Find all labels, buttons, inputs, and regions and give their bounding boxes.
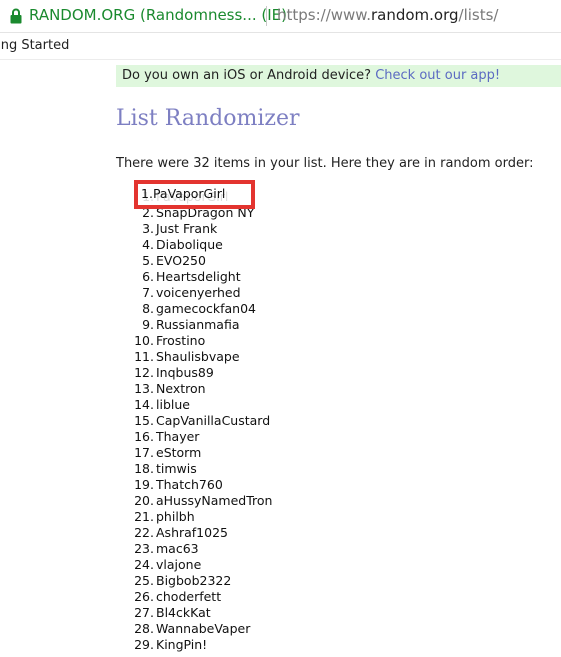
list-item: 7. voicenyerhed <box>131 285 272 301</box>
list-item-name: Thatch760 <box>156 477 223 492</box>
site-identity[interactable]: RANDOM.ORG (Randomness... (IE) <box>29 6 287 24</box>
address-bar[interactable]: RANDOM.ORG (Randomness... (IE) https://w… <box>0 0 561 33</box>
list-item-number: 3. <box>142 221 154 236</box>
app-promo-banner: Do you own an iOS or Android device? Che… <box>116 65 561 87</box>
list-item-name: philbh <box>156 509 195 524</box>
list-item-number: 7. <box>142 285 154 300</box>
list-item: 28. WannabeVaper <box>131 621 272 637</box>
list-item: 6. Heartsdelight <box>131 269 272 285</box>
list-item: 14. liblue <box>131 397 272 413</box>
list-item-name: liblue <box>156 397 190 412</box>
list-item: 21. philbh <box>131 509 272 525</box>
list-item: 22. Ashraf1025 <box>131 525 272 541</box>
list-item-name: CapVanillaCustard <box>156 413 271 428</box>
url-prefix: https://www. <box>277 6 371 24</box>
list-item: 4. Diabolique <box>131 237 272 253</box>
list-item-number: 26. <box>134 589 154 604</box>
list-item: 25. Bigbob2322 <box>131 573 272 589</box>
list-item-number: 6. <box>142 269 154 284</box>
list-item-number: 20. <box>134 493 154 508</box>
list-item: 24. vlajone <box>131 557 272 573</box>
list-item-number: 17. <box>134 445 154 460</box>
list-item-name: Inqbus89 <box>156 365 214 380</box>
list-item-name: Thayer <box>156 429 200 444</box>
list-item: 12. Inqbus89 <box>131 365 272 381</box>
list-item-number: 22. <box>134 525 154 540</box>
list-item: 15. CapVanillaCustard <box>131 413 272 429</box>
list-item-name: Shaulisbvape <box>156 349 240 364</box>
list-item-name: gamecockfan04 <box>156 301 256 316</box>
list-item: 5. EVO250 <box>131 253 272 269</box>
url-path: /lists/ <box>458 6 499 24</box>
list-item-number: 28. <box>134 621 154 636</box>
list-item-name: Heartsdelight <box>156 269 241 284</box>
result-intro: There were 32 items in your list. Here t… <box>116 156 534 171</box>
url-domain: random.org <box>370 6 459 24</box>
list-item-number: 13. <box>134 381 154 396</box>
list-item-number: 15. <box>134 413 154 428</box>
list-item-number: 4. <box>142 237 154 252</box>
list-item-name: Nextron <box>156 381 206 396</box>
bookmark-getting-started[interactable]: ting Started <box>0 38 69 53</box>
list-item-name: Bl4ckKat <box>156 605 211 620</box>
list-item-name: voicenyerhed <box>156 285 241 300</box>
list-item-number: 29. <box>134 637 154 652</box>
list-item-number: 21. <box>134 509 154 524</box>
promo-text: Do you own an iOS or Android device? <box>122 68 376 83</box>
list-item-number: 5. <box>142 253 154 268</box>
list-item: 10. Frostino <box>131 333 272 349</box>
list-item: 18. timwis <box>131 461 272 477</box>
list-item-number: 10. <box>134 333 154 348</box>
list-item-name: choderfett <box>156 589 222 604</box>
list-item-number: 25. <box>134 573 154 588</box>
lock-icon <box>10 8 22 24</box>
list-item: 13. Nextron <box>131 381 272 397</box>
list-item-number: 23. <box>134 541 154 556</box>
bookmarks-bar: ting Started <box>0 33 561 60</box>
list-item: 19. Thatch760 <box>131 477 272 493</box>
list-item: 27. Bl4ckKat <box>131 605 272 621</box>
list-item-number: 27. <box>134 605 154 620</box>
list-item: 9. Russianmafia <box>131 317 272 333</box>
list-item-name: Just Frank <box>156 221 218 236</box>
list-item: 23. mac63 <box>131 541 272 557</box>
list-item: 29. KingPin! <box>131 637 272 653</box>
list-item-number: 24. <box>134 557 154 572</box>
list-item-name: eStorm <box>156 445 202 460</box>
list-item-number: 18. <box>134 461 154 476</box>
list-item-name: Bigbob2322 <box>156 573 232 588</box>
list-item: 16. Thayer <box>131 429 272 445</box>
list-item-name: mac63 <box>156 541 199 556</box>
list-item-name: aHussyNamedTron <box>156 493 273 508</box>
url-text[interactable]: https://www.random.org/lists/ <box>277 6 498 24</box>
list-item: 20. aHussyNamedTron <box>131 493 272 509</box>
randomized-list: 1.PaVaporGirl2.SnapDragon NY3.Just Frank… <box>131 189 272 653</box>
list-item-name: vlajone <box>156 557 202 572</box>
address-divider <box>266 6 267 26</box>
list-item-number: 19. <box>134 477 154 492</box>
list-item-name: timwis <box>156 461 197 476</box>
list-item: 11. Shaulisbvape <box>131 349 272 365</box>
page-title: List Randomizer <box>116 106 300 131</box>
list-item: 8. gamecockfan04 <box>131 301 272 317</box>
list-item-name: Diabolique <box>156 237 223 252</box>
list-item-name: EVO250 <box>156 253 206 268</box>
highlighted-item: 1.PaVaporGirl <box>141 186 226 201</box>
list-item-name: Russianmafia <box>156 317 240 332</box>
list-item: 26. choderfett <box>131 589 272 605</box>
list-item-name: KingPin! <box>156 637 208 652</box>
list-item: 3. Just Frank <box>131 221 272 237</box>
list-item: 17. eStorm <box>131 445 272 461</box>
list-item-name: WannabeVaper <box>156 621 251 636</box>
list-item-number: 12. <box>134 365 154 380</box>
list-item-number: 8. <box>142 301 154 316</box>
list-item-name: Ashraf1025 <box>156 525 228 540</box>
list-item-name: Frostino <box>156 333 206 348</box>
list-item-number: 9. <box>142 317 154 332</box>
list-item-number: 16. <box>134 429 154 444</box>
list-item-number: 14. <box>134 397 154 412</box>
app-link[interactable]: Check out our app! <box>375 68 500 83</box>
list-item-number: 11. <box>134 349 154 364</box>
